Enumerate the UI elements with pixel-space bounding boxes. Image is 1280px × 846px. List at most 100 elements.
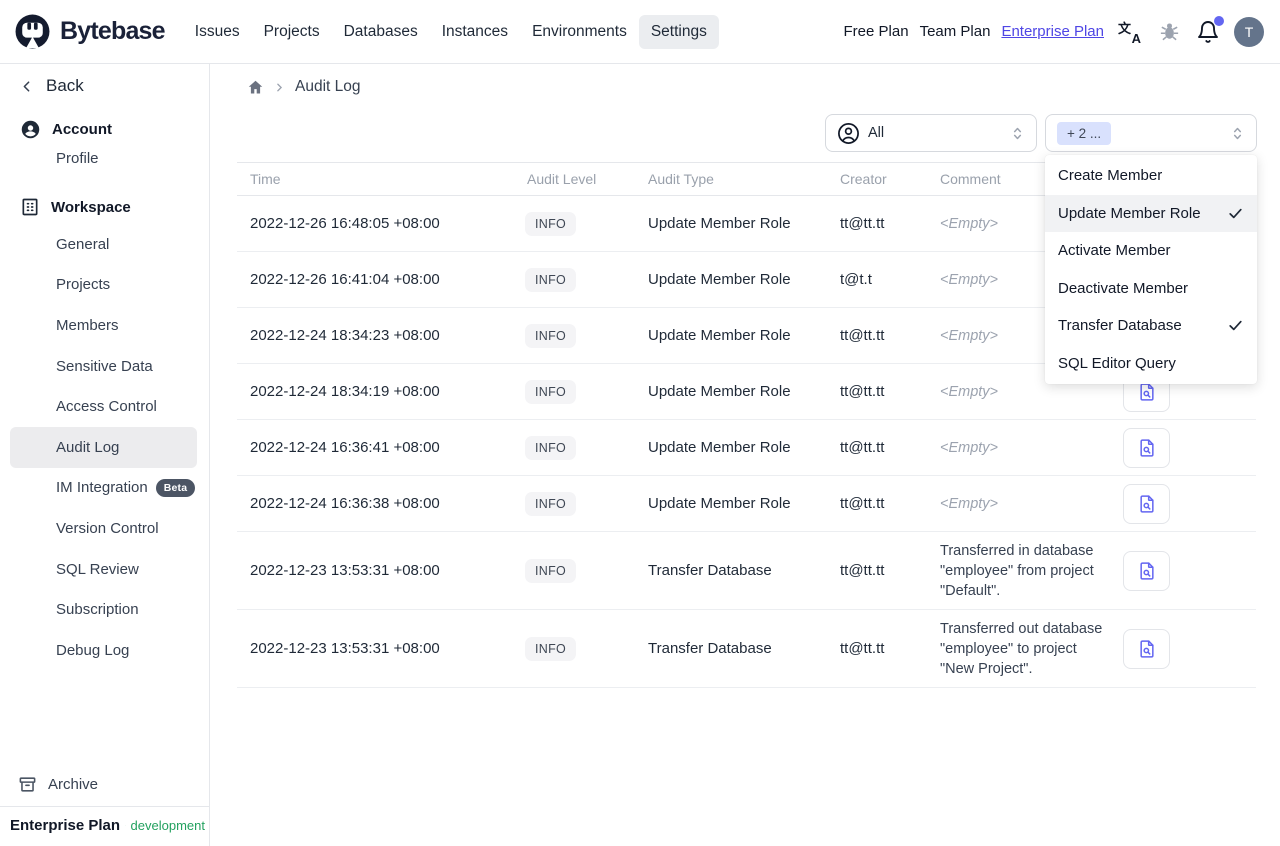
cell-time: 2022-12-26 16:48:05 +08:00 [250, 215, 440, 232]
sidebar-item-general[interactable]: General [10, 224, 197, 265]
cell-creator: tt@tt.tt [840, 640, 885, 657]
menu-item-activate-member[interactable]: Activate Member [1045, 232, 1257, 270]
sidebar-item-im-integration[interactable]: IM Integration Beta [10, 468, 197, 509]
table-row: 2022-12-24 16:36:41 +08:00 INFO Update Mem… [237, 420, 1256, 476]
file-search-icon [1137, 494, 1157, 514]
cell-audit-level: INFO [512, 435, 635, 460]
menu-item-transfer-database[interactable]: Transfer Database [1045, 307, 1257, 345]
cell-creator: tt@tt.tt [840, 562, 885, 579]
sidebar-item-members[interactable]: Members [10, 305, 197, 346]
comment-empty-placeholder: <Empty> [940, 440, 999, 456]
cell-audit-level: INFO [512, 211, 635, 236]
sidebar-item-version-control[interactable]: Version Control [10, 508, 197, 549]
language-icon[interactable]: 文A [1117, 19, 1143, 46]
menu-item-sql-editor-query[interactable]: SQL Editor Query [1045, 345, 1257, 383]
audit-level-badge: INFO [525, 558, 577, 583]
user-avatar[interactable]: T [1234, 16, 1264, 47]
breadcrumb-current: Audit Log [295, 78, 361, 95]
creator-filter-select[interactable]: All [825, 114, 1037, 152]
cell-audit-type: Update Member Role [648, 271, 791, 288]
sidebar-item-archive[interactable]: Archive [18, 770, 98, 798]
bytebase-logo-icon [14, 13, 51, 50]
sidebar-item-debug-log[interactable]: Debug Log [10, 630, 197, 671]
sidebar-item-label: Members [56, 316, 119, 334]
comment-text: Transferred out database "employee" to p… [940, 620, 1103, 677]
top-nav: Bytebase Issues Projects Databases Instance… [0, 0, 1280, 64]
cell-audit-level: INFO [512, 491, 635, 516]
top-right-cluster: Free Plan Team Plan Enterprise Plan 文A T [844, 15, 1264, 47]
cell-time: 2022-12-26 16:41:04 +08:00 [250, 271, 440, 288]
audit-type-filter-select[interactable]: + 2 ... [1045, 114, 1257, 152]
sidebar-item-subscription[interactable]: Subscription [10, 589, 197, 630]
nav-link-settings[interactable]: Settings [638, 14, 719, 49]
cell-audit-type: Update Member Role [648, 327, 791, 344]
nav-link-issues[interactable]: Issues [183, 15, 252, 49]
nav-link-environments[interactable]: Environments [520, 15, 639, 49]
archive-icon [19, 776, 36, 792]
section-account-label: Account [52, 120, 112, 138]
cell-audit-type: Transfer Database [648, 640, 772, 657]
sidebar-item-sensitive-data[interactable]: Sensitive Data [10, 346, 197, 387]
environment-mode-label: development [130, 817, 205, 833]
comment-empty-placeholder: <Empty> [940, 272, 999, 288]
home-icon[interactable] [247, 79, 264, 96]
cell-time: 2022-12-24 18:34:19 +08:00 [250, 383, 440, 400]
view-log-detail-button[interactable] [1123, 427, 1170, 468]
menu-item-create-member[interactable]: Create Member [1045, 157, 1257, 195]
nav-link-instances[interactable]: Instances [430, 15, 520, 49]
sidebar-item-profile[interactable]: Profile [10, 138, 197, 179]
sidebar-item-label: Profile [56, 149, 99, 167]
comment-empty-placeholder: <Empty> [940, 328, 999, 344]
nav-link-projects[interactable]: Projects [252, 15, 332, 49]
sidebar-item-projects[interactable]: Projects [10, 265, 197, 306]
cell-time: 2022-12-24 18:34:23 +08:00 [250, 327, 440, 344]
menu-item-label: Create Member [1058, 167, 1163, 185]
menu-item-label: Update Member Role [1058, 204, 1201, 222]
sidebar-item-access-control[interactable]: Access Control [10, 386, 197, 427]
column-header-audit-type: Audit Type [648, 171, 714, 187]
sidebar-item-label: Debug Log [56, 641, 130, 659]
cell-creator: tt@tt.tt [840, 439, 885, 456]
column-header-time: Time [250, 171, 281, 187]
notifications-bell-icon[interactable] [1195, 15, 1224, 45]
audit-level-badge: INFO [525, 636, 577, 661]
sidebar-item-audit-log[interactable]: Audit Log [10, 426, 197, 468]
audit-level-badge: INFO [525, 211, 577, 236]
cell-creator: t@t.t [840, 271, 872, 288]
menu-item-label: Deactivate Member [1058, 279, 1189, 297]
cell-creator: tt@tt.tt [840, 495, 885, 512]
sidebar-footer: Enterprise Plan development [10, 812, 205, 838]
nav-link-databases[interactable]: Databases [332, 15, 430, 49]
sidebar-item-sql-review[interactable]: SQL Review [10, 549, 197, 590]
settings-sidebar: Back Account Profile Workspace General Pr… [0, 64, 210, 846]
sidebar-divider [0, 806, 209, 807]
menu-item-deactivate-member[interactable]: Deactivate Member [1045, 270, 1257, 308]
breadcrumb: Audit Log [247, 76, 361, 98]
cell-comment: Transferred in database "employee" from … [927, 541, 1105, 601]
view-log-detail-button[interactable] [1123, 628, 1170, 669]
comment-empty-placeholder: <Empty> [940, 216, 999, 232]
cell-comment: <Empty> [927, 495, 1105, 512]
cell-audit-type: Update Member Role [648, 383, 791, 400]
file-search-icon [1137, 382, 1157, 402]
view-log-detail-button[interactable] [1123, 550, 1170, 591]
sidebar-item-label: SQL Review [56, 560, 139, 578]
bytebase-logo[interactable]: Bytebase [14, 13, 166, 50]
bug-report-icon[interactable] [1156, 19, 1182, 45]
menu-item-update-member-role[interactable]: Update Member Role [1045, 194, 1257, 232]
audit-type-filter-tag: + 2 ... [1057, 121, 1112, 145]
menu-item-label: Activate Member [1058, 242, 1171, 260]
back-button[interactable]: Back [18, 72, 84, 100]
account-items: Profile [0, 138, 209, 179]
speaker-icon [125, 824, 126, 826]
plan-enterprise-plan[interactable]: Enterprise Plan [1001, 23, 1104, 40]
chevron-up-down-icon [1229, 125, 1246, 142]
chevron-left-icon [23, 80, 30, 92]
sidebar-item-label: Audit Log [56, 438, 120, 456]
view-log-detail-button[interactable] [1123, 483, 1170, 524]
plan-switcher: Free Plan Team Plan Enterprise Plan [844, 23, 1104, 40]
sidebar-item-label: IM Integration [56, 479, 148, 497]
cell-comment: <Empty> [927, 383, 1105, 400]
cell-time: 2022-12-23 13:53:31 +08:00 [250, 562, 440, 579]
plan-team-plan: Team Plan [919, 23, 991, 40]
